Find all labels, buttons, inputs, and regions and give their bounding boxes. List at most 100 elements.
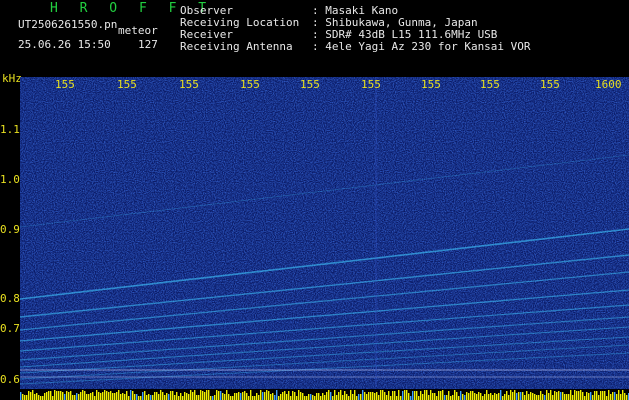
meteor-bar (236, 393, 238, 400)
meteor-bar (150, 395, 152, 400)
meteor-bar (294, 392, 296, 400)
x-tick-label: 155 (361, 78, 381, 91)
meteor-bar (550, 390, 552, 400)
meteor-bar (130, 390, 132, 400)
meteor-bar (406, 390, 408, 400)
meteor-bar (108, 392, 110, 400)
meteor-bar (530, 392, 532, 400)
meteor-bar (140, 396, 142, 400)
meteor-bar (422, 394, 424, 400)
meteor-bar (488, 394, 490, 400)
meteor-bar (476, 394, 478, 400)
meteor-bar (492, 395, 494, 400)
meteor-bar (188, 394, 190, 400)
meteor-bar (166, 393, 168, 400)
meteor-bar (382, 390, 384, 400)
meteor-bar (266, 390, 268, 400)
meteor-bar (610, 394, 612, 400)
meteor-bar (264, 392, 266, 400)
meteor-bar (122, 393, 124, 400)
meteor-bar (556, 392, 558, 400)
meteor-bar (402, 391, 404, 400)
meteor-bar (522, 392, 524, 400)
meteor-bar (380, 390, 382, 400)
meteor-bar (240, 393, 242, 400)
meteor-bar (600, 391, 602, 400)
meteor-bar (152, 395, 154, 400)
meteor-bar (584, 396, 586, 400)
meteor-bar (490, 393, 492, 400)
meteor-bar (424, 390, 426, 400)
meteor-bar (242, 392, 244, 400)
meteor-bar (314, 396, 316, 400)
meteor-bar (400, 396, 402, 400)
meteor-bar (394, 391, 396, 400)
meteor-bar (608, 390, 610, 400)
meteor-bar (54, 390, 56, 400)
meteor-bar (576, 391, 578, 400)
meteor-bar (172, 391, 174, 400)
meteor-bar (612, 392, 614, 400)
meteor-bar (468, 393, 470, 400)
meteor-bar (132, 391, 134, 400)
meteor-bar (106, 391, 108, 400)
meteor-bar (78, 394, 80, 400)
meteor-bar (324, 395, 326, 400)
meteor-bar (102, 392, 104, 400)
x-tick-label: 155 (240, 78, 260, 91)
meteor-bar (232, 396, 234, 400)
file-name: UT2506261550.pn (18, 18, 118, 31)
meteor-bar (532, 393, 534, 400)
meteor-bar (204, 392, 206, 400)
meteor-bar (606, 396, 608, 400)
meteor-bar (94, 396, 96, 400)
meteor-bar (502, 396, 504, 400)
meteor-bar (86, 394, 88, 400)
meteor-bar (426, 390, 428, 400)
meteor-bar (534, 394, 536, 400)
meteor-bar (208, 390, 210, 400)
meteor-bar (572, 395, 574, 400)
meteor-bar (420, 391, 422, 400)
meteor-bar (536, 395, 538, 400)
meteor-bar (566, 394, 568, 400)
meteor-bar (448, 391, 450, 400)
meteor-bar (200, 390, 202, 400)
meteor-bar (64, 394, 66, 400)
meteor-bar (116, 392, 118, 400)
meteor-bar (72, 395, 74, 400)
meteor-bar (510, 390, 512, 400)
meteor-bar (114, 393, 116, 400)
meteor-bar (518, 392, 520, 400)
meteor-bar (354, 390, 356, 400)
meteor-bar (20, 392, 22, 400)
meteor-bar (100, 393, 102, 400)
meteor-bar (524, 395, 526, 400)
meteor-bar (562, 392, 564, 400)
meteor-bar (82, 390, 84, 400)
meteor-bar (42, 396, 44, 400)
meteor-bar (376, 392, 378, 400)
y-tick-label: 1.0 (0, 173, 20, 186)
meteor-bar (118, 390, 120, 400)
meteor-bar (74, 395, 76, 400)
meteor-bar (238, 392, 240, 400)
meteor-bar (306, 396, 308, 400)
meteor-bar (186, 393, 188, 400)
meteor-bar (192, 392, 194, 400)
meteor-bar (588, 393, 590, 400)
meteor-bar (438, 391, 440, 400)
meteor-bar (398, 390, 400, 400)
meteor-bar (250, 390, 252, 400)
meteor-bar (332, 396, 334, 400)
x-tick-label: 155 (55, 78, 75, 91)
meteor-bar (570, 390, 572, 400)
meteor-bar (328, 390, 330, 400)
meteor-bar (412, 391, 414, 400)
meteor-bar (96, 390, 98, 400)
meteor-bar (558, 391, 560, 400)
meteor-bar (144, 391, 146, 400)
meteor-bar (160, 390, 162, 400)
meteor-bar (434, 393, 436, 400)
meteor-bar (142, 392, 144, 400)
